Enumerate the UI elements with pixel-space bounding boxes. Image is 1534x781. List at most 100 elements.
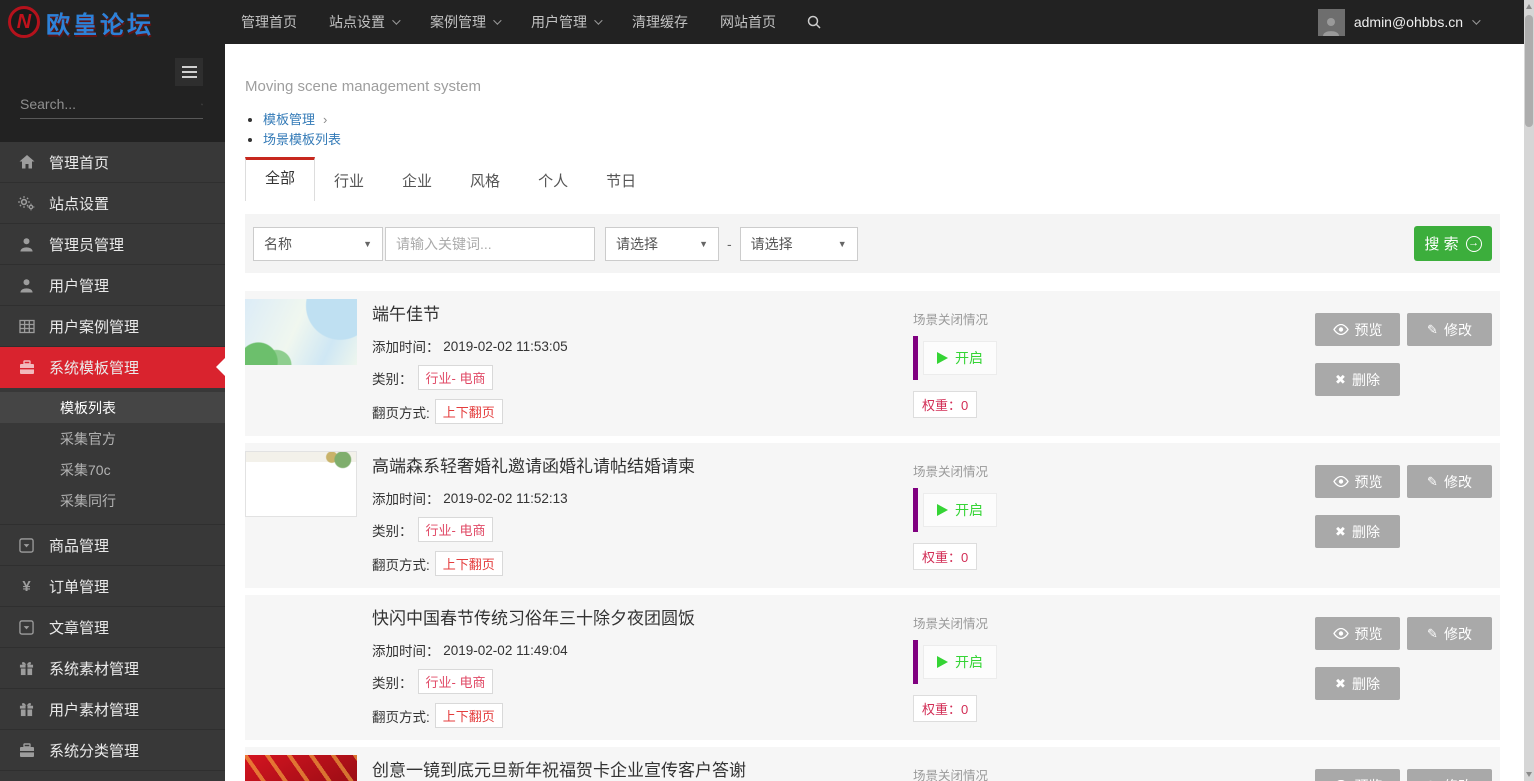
template-title[interactable]: 端午佳节 [372,303,568,327]
template-title[interactable]: 高端森系轻奢婚礼邀请函婚礼请帖结婚请柬 [372,455,695,479]
submenu-item-template-list[interactable]: 模板列表 [0,392,225,423]
preview-button[interactable]: 预览 [1315,769,1400,781]
nav-item-case-management[interactable]: 案例管理 [414,0,515,44]
preview-button-label: 预览 [1355,320,1383,340]
category-select[interactable]: 请选择▼ [605,227,719,261]
user-menu[interactable]: admin@ohbbs.cn [1318,9,1478,36]
scene-status-toggle[interactable]: 开启 [913,640,997,684]
scene-status-toggle[interactable]: 开启 [913,488,997,532]
page-title: Moving scene management system [245,78,1500,95]
search-button[interactable]: 搜 索→ [1414,226,1492,261]
nav-item-clear-cache[interactable]: 清理缓存 [616,0,704,44]
sidebar-item-system-templates[interactable]: 系统模板管理 [0,347,225,388]
preview-button-label: 预览 [1355,472,1383,492]
field-select[interactable]: 名称▼ [253,227,383,261]
nav-item-site-settings[interactable]: 站点设置 [313,0,414,44]
edit-button[interactable]: ✎ 修改 [1407,313,1492,346]
edit-button-label: 修改 [1444,624,1472,644]
tab-festival[interactable]: 节日 [587,157,655,201]
nav-item-user-management[interactable]: 用户管理 [515,0,616,44]
sidebar-item-admin-home[interactable]: 管理首页 [0,142,225,183]
status-on-text: 开启 [955,652,983,672]
breadcrumb-link-scene-template-list[interactable]: 场景模板列表 [263,132,341,147]
subcategory-select[interactable]: 请选择▼ [740,227,858,261]
template-title[interactable]: 创意一镜到底元旦新年祝福贺卡企业宣传客户答谢 [372,759,746,781]
template-row: 端午佳节 添加时间： 2019-02-02 11:53:05 类别：行业- 电商… [245,291,1500,436]
preview-button[interactable]: 预览 [1315,465,1400,498]
added-time-label: 添加时间： [372,488,440,508]
sidebar-item-label: 用户管理 [49,275,109,296]
sidebar-item-user-assets[interactable]: 用户素材管理 [0,689,225,730]
sidebar-item-label: 系统素材管理 [49,658,139,679]
sidebar-item-users[interactable]: 用户管理 [0,265,225,306]
sidebar-item-site-settings[interactable]: 站点设置 [0,183,225,224]
sidebar-item-orders[interactable]: ¥ 订单管理 [0,566,225,607]
scroll-down-arrow-icon[interactable] [1526,772,1532,777]
pencil-icon: ✎ [1427,475,1438,488]
tab-enterprise[interactable]: 企业 [383,157,451,201]
scene-status: 场景关闭情况 开启 权重：0 [913,309,997,418]
added-time-value: 2019-02-02 11:49:04 [443,643,567,658]
submenu-item-label: 模板列表 [60,398,116,418]
nav-item-site-home[interactable]: 网站首页 [704,0,792,44]
scene-status-toggle[interactable]: 开启 [913,336,997,380]
preview-button[interactable]: 预览 [1315,617,1400,650]
gears-icon [18,195,35,211]
sidebar-item-label: 商品管理 [49,535,109,556]
edit-button[interactable]: ✎修改 [1407,769,1492,781]
tab-industry[interactable]: 行业 [315,157,383,201]
delete-button-label: 删除 [1352,522,1380,542]
delete-button-label: 删除 [1352,370,1380,390]
breadcrumb-link-template-management[interactable]: 模板管理 [263,112,315,127]
tab-style[interactable]: 风格 [451,157,519,201]
tab-personal[interactable]: 个人 [519,157,587,201]
edit-button[interactable]: ✎修改 [1407,617,1492,650]
edit-button-label: 修改 [1444,320,1472,340]
sidebar-toggle-button[interactable] [175,58,203,86]
submenu-item-collect-peers[interactable]: 采集同行 [0,485,225,516]
category-label: 类别： [372,368,413,388]
tab-all[interactable]: 全部 [245,157,315,201]
vertical-scrollbar[interactable] [1524,0,1534,781]
search-icon[interactable] [806,14,822,30]
eye-icon [1333,324,1349,335]
sidebar-item-label: 管理首页 [49,152,109,173]
template-title[interactable]: 快闪中国春节传统习俗年三十除夕夜团圆饭 [372,607,695,631]
category-label: 类别： [372,672,413,692]
sidebar-item-label: 用户素材管理 [49,699,139,720]
scrollbar-thumb[interactable] [1525,15,1533,127]
submenu-item-label: 采集同行 [60,491,116,511]
sidebar-item-system-categories[interactable]: 系统分类管理 [0,730,225,771]
submenu-item-collect-70c[interactable]: 采集70c [0,454,225,485]
edit-button-label: 修改 [1444,472,1472,492]
chevron-down-icon [392,16,400,24]
play-icon [937,504,948,516]
delete-button[interactable]: ✖删除 [1315,363,1400,396]
template-info: 高端森系轻奢婚礼邀请函婚礼请帖结婚请柬 添加时间： 2019-02-02 11:… [372,455,695,576]
sidebar-item-user-cases[interactable]: 用户案例管理 [0,306,225,347]
app-logo[interactable]: N 欧皇论坛 [0,5,225,40]
template-thumbnail [245,299,357,365]
preview-button[interactable]: 预览 [1315,313,1400,346]
field-select-value: 名称 [264,234,292,254]
template-info: 快闪中国春节传统习俗年三十除夕夜团圆饭 添加时间： 2019-02-02 11:… [372,607,695,728]
delete-button[interactable]: ✖删除 [1315,515,1400,548]
delete-button[interactable]: ✖删除 [1315,667,1400,700]
scroll-up-arrow-icon[interactable] [1526,4,1532,9]
edit-button[interactable]: ✎ 修改 [1407,465,1492,498]
added-time-value: 2019-02-02 11:52:13 [443,491,567,506]
sidebar-item-products[interactable]: 商品管理 [0,525,225,566]
sidebar-item-articles[interactable]: 文章管理 [0,607,225,648]
subcategory-select-value: 请选择 [751,234,793,254]
sidebar-item-system-assets[interactable]: 系统素材管理 [0,648,225,689]
submenu-item-collect-official[interactable]: 采集官方 [0,423,225,454]
scene-status-label: 场景关闭情况 [913,613,997,632]
gift-icon [18,702,35,717]
pencil-icon: ✎ [1427,323,1438,336]
sidebar-search-input[interactable] [20,96,201,112]
keyword-input[interactable] [385,227,595,261]
sidebar-item-administrators[interactable]: 管理员管理 [0,224,225,265]
x-icon: ✖ [1335,677,1346,690]
nav-item-admin-home[interactable]: 管理首页 [225,0,313,44]
template-info: 创意一镜到底元旦新年祝福贺卡企业宣传客户答谢 添加时间： 类别： 翻页方式: [372,759,746,781]
